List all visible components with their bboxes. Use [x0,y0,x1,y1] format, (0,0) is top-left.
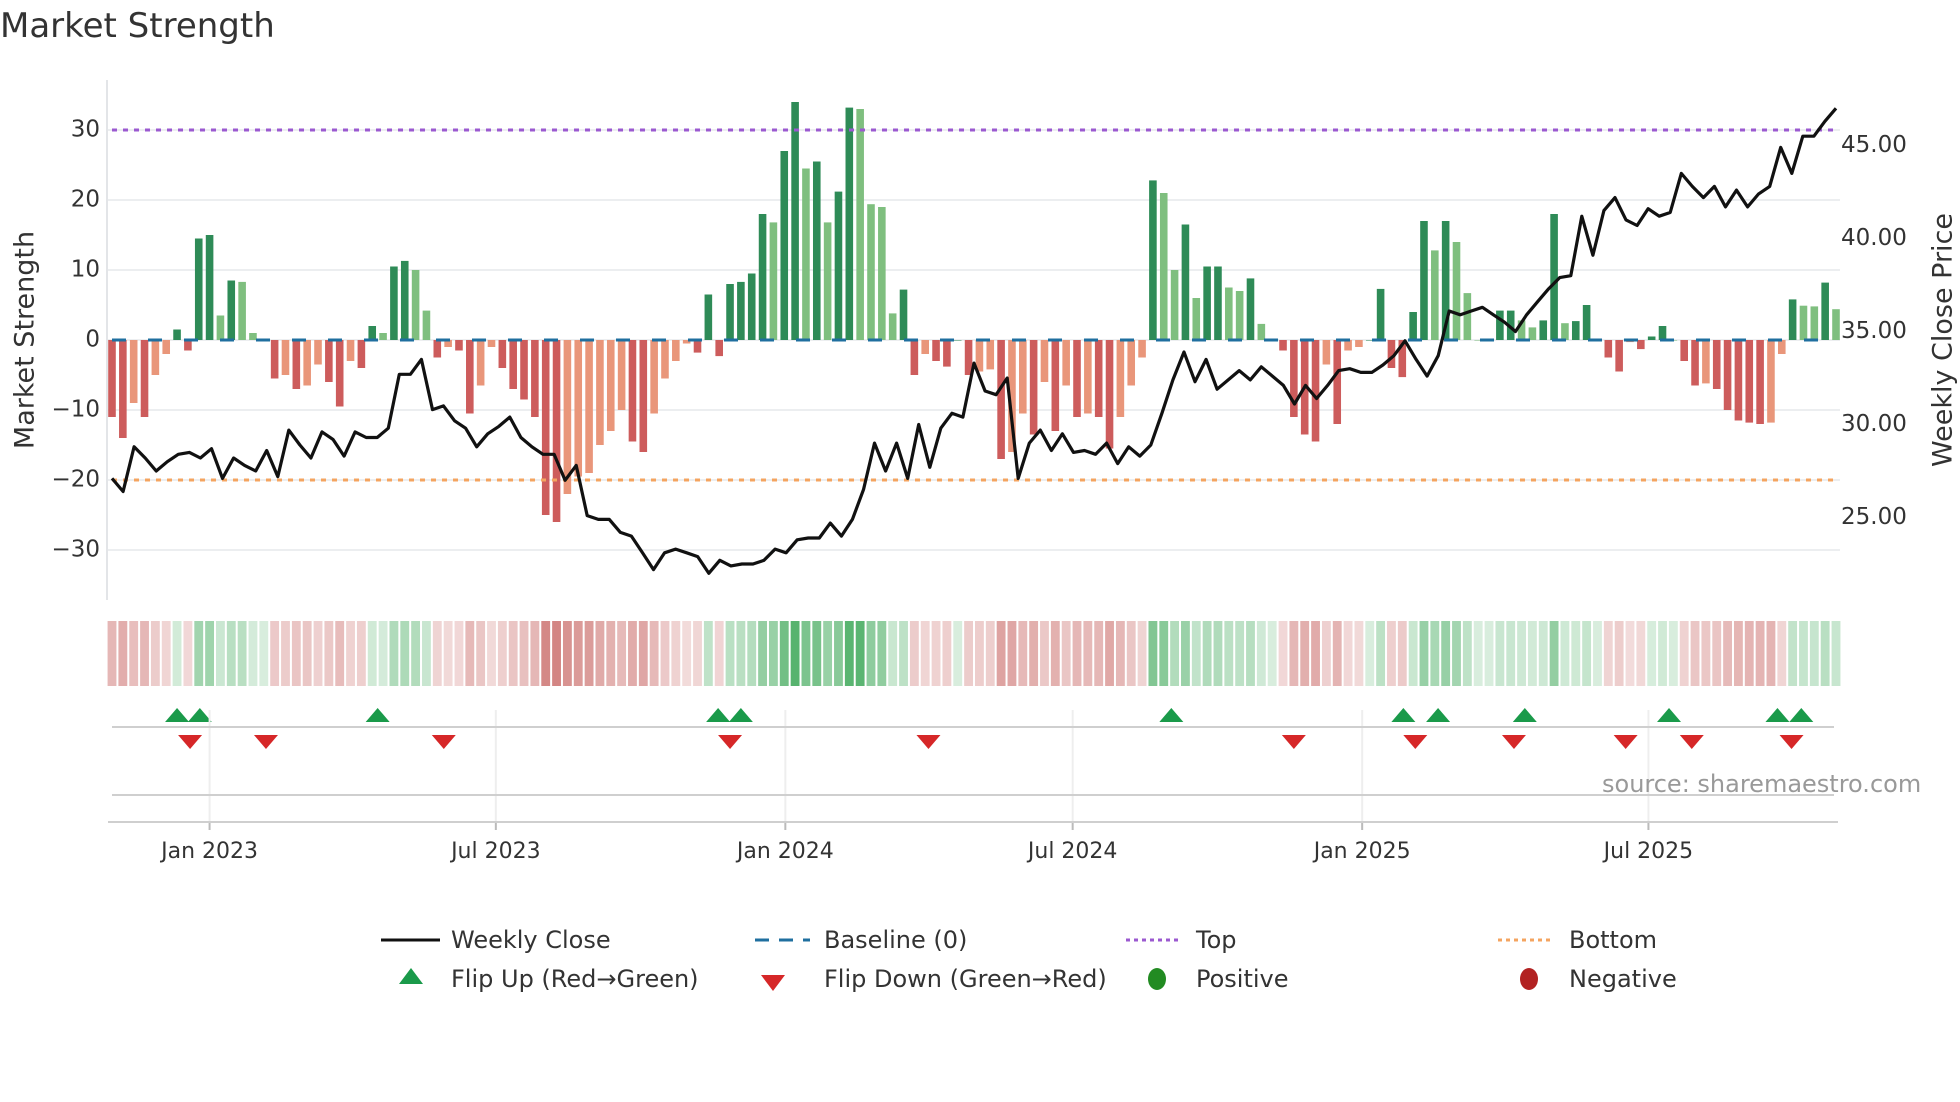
legend-flip-down: Flip Down (Green→Red) [824,965,1107,993]
legend-negative: Negative [1569,965,1677,993]
legend-baseline: Baseline (0) [824,926,968,954]
flip-down-icon [761,975,785,991]
legend-flip-up: Flip Up (Red→Green) [451,965,699,993]
legend-bottom: Bottom [1569,926,1658,954]
negative-icon [1520,968,1538,990]
legend-top: Top [1196,926,1237,954]
flip-up-icon [399,968,423,984]
legend-weekly-close: Weekly Close [451,926,611,954]
legend-positive: Positive [1196,965,1289,993]
positive-icon [1148,968,1166,990]
